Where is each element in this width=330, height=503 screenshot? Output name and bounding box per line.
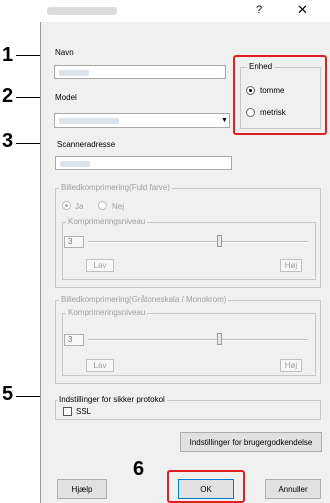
name-value-blurred bbox=[59, 70, 89, 76]
unit-group: Enhed bbox=[240, 62, 321, 129]
model-value-blurred bbox=[59, 118, 119, 124]
ssl-label[interactable]: SSL bbox=[76, 407, 91, 416]
unit-inch-radio[interactable] bbox=[246, 86, 255, 95]
scanner-address-blurred bbox=[60, 161, 90, 167]
compression-gray-high-button[interactable]: Høj bbox=[280, 359, 302, 372]
compression-gray-level-field[interactable]: 3 bbox=[64, 334, 84, 346]
compression-color-level-title: Komprimeringsniveau bbox=[66, 217, 148, 226]
model-select[interactable]: ▼ bbox=[54, 113, 230, 128]
compression-yes-radio[interactable] bbox=[62, 201, 71, 210]
marker-6: 6 bbox=[133, 458, 145, 480]
user-authentication-button[interactable]: Indstillinger for brugergodkendelse bbox=[180, 432, 322, 452]
secure-protocol-group: Indstillinger for sikker protokol bbox=[55, 395, 321, 420]
chevron-down-icon[interactable]: ▼ bbox=[220, 114, 229, 127]
compression-color-slider-track[interactable] bbox=[88, 241, 308, 243]
compression-color-title: Billedkomprimering(Fuld farve) bbox=[59, 183, 172, 192]
secure-protocol-title: Indstillinger for sikker protokol bbox=[57, 395, 167, 404]
screenshot: 1 2 3 5 ? ✕ Navn Model ▼ Scanneradresse … bbox=[0, 0, 330, 503]
compression-gray-slider-thumb[interactable] bbox=[217, 333, 222, 345]
unit-metric-radio[interactable] bbox=[246, 108, 255, 117]
compression-gray-level-title: Komprimeringsniveau bbox=[66, 308, 148, 317]
marker-2: 2 bbox=[2, 85, 14, 107]
unit-inch-label[interactable]: tomme bbox=[260, 86, 284, 95]
cancel-button[interactable]: Annuller bbox=[265, 479, 321, 499]
window-title-blurred bbox=[47, 7, 117, 15]
name-input[interactable] bbox=[54, 65, 226, 79]
compression-color-high-button[interactable]: Høj bbox=[280, 259, 302, 272]
close-icon[interactable]: ✕ bbox=[297, 2, 308, 18]
marker-3: 3 bbox=[2, 130, 14, 152]
compression-gray-low-button[interactable]: Lav bbox=[86, 359, 114, 372]
unit-group-title: Enhed bbox=[247, 62, 275, 71]
compression-color-level-field[interactable]: 3 bbox=[64, 236, 84, 248]
help-icon[interactable]: ? bbox=[256, 4, 262, 16]
compression-color-low-button[interactable]: Lav bbox=[86, 259, 114, 272]
unit-metric-label[interactable]: metrisk bbox=[260, 108, 286, 117]
help-button[interactable]: Hjælp bbox=[57, 479, 107, 499]
compression-gray-title: Billedkomprimering(Gråtoneskala / Monokr… bbox=[59, 295, 229, 304]
ok-button[interactable]: OK bbox=[178, 479, 234, 499]
model-label: Model bbox=[55, 93, 77, 102]
compression-color-slider-thumb[interactable] bbox=[217, 235, 222, 247]
compression-no-radio[interactable] bbox=[98, 201, 107, 210]
marker-5: 5 bbox=[2, 383, 14, 405]
compression-no-label[interactable]: Nej bbox=[112, 202, 124, 211]
scanner-address-label: Scanneradresse bbox=[57, 140, 116, 149]
compression-gray-slider-track[interactable] bbox=[88, 339, 308, 341]
ssl-checkbox[interactable] bbox=[63, 407, 72, 416]
marker-1: 1 bbox=[2, 44, 14, 66]
scanner-address-input[interactable] bbox=[55, 156, 232, 170]
name-label: Navn bbox=[55, 48, 74, 57]
compression-yes-label[interactable]: Ja bbox=[75, 202, 83, 211]
